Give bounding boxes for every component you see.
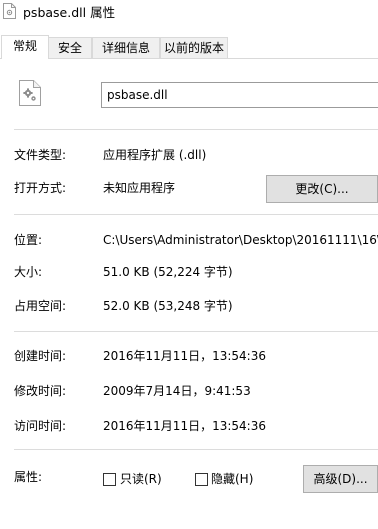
modified-label: 修改时间:	[14, 384, 67, 398]
tab-strip: 常规 安全 详细信息 以前的版本	[0, 35, 378, 59]
size-on-disk-value: 52.0 KB (53,248 字节)	[103, 299, 233, 313]
accessed-label: 访问时间:	[14, 419, 67, 433]
readonly-checkbox[interactable]	[103, 473, 116, 486]
size-value: 51.0 KB (52,224 字节)	[103, 265, 233, 279]
file-name-input[interactable]	[101, 82, 378, 108]
opens-with-label: 打开方式:	[14, 181, 67, 195]
tab-security[interactable]: 安全	[48, 37, 92, 58]
hidden-checkbox[interactable]	[195, 473, 208, 486]
modified-value: 2009年7月14日，9:41:53	[103, 384, 251, 398]
divider	[14, 449, 378, 450]
accessed-value: 2016年11月11日，13:54:36	[103, 419, 266, 433]
location-value: C:\Users\Administrator\Desktop\20161111\…	[103, 233, 378, 247]
hidden-label[interactable]: 隐藏(H)	[211, 471, 253, 487]
dll-file-icon	[3, 3, 16, 19]
divider	[14, 129, 378, 130]
tab-general[interactable]: 常规	[1, 35, 49, 59]
created-value: 2016年11月11日，13:54:36	[103, 349, 266, 363]
location-label: 位置:	[14, 233, 43, 247]
created-label: 创建时间:	[14, 349, 67, 363]
size-label: 大小:	[14, 265, 43, 279]
file-type-label: 文件类型:	[14, 148, 67, 162]
divider	[14, 214, 378, 215]
opens-with-value: 未知应用程序	[103, 181, 176, 195]
advanced-button[interactable]: 高级(D)...	[303, 465, 378, 493]
dll-file-gear-icon	[19, 80, 41, 106]
size-on-disk-label: 占用空间:	[14, 299, 67, 313]
attributes-label: 属性:	[14, 470, 43, 484]
window-title: psbase.dll 属性	[23, 5, 116, 20]
change-button[interactable]: 更改(C)...	[266, 175, 378, 203]
divider	[14, 331, 378, 332]
tab-details[interactable]: 详细信息	[92, 37, 160, 58]
file-type-value: 应用程序扩展 (.dll)	[103, 148, 207, 162]
title-bar: psbase.dll 属性	[0, 0, 378, 28]
readonly-label[interactable]: 只读(R)	[120, 471, 162, 487]
tab-previous-versions[interactable]: 以前的版本	[160, 37, 228, 58]
